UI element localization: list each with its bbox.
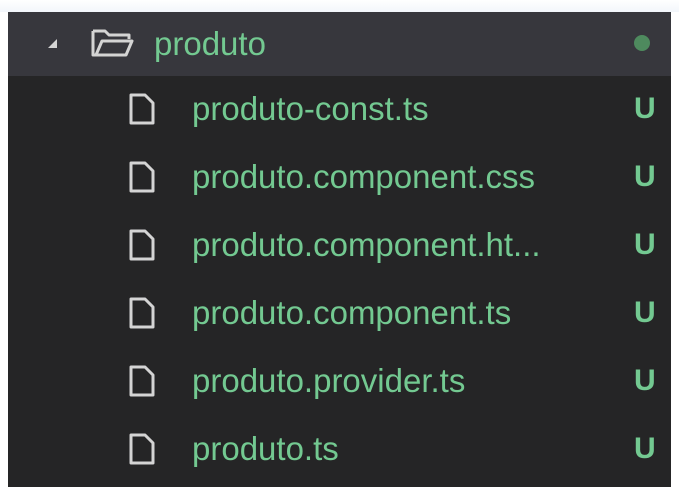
git-status-badge: U — [634, 432, 656, 465]
chevron-expanded-icon[interactable] — [48, 39, 57, 48]
file-icon — [129, 161, 155, 193]
file-row[interactable]: produto-const.ts U — [8, 76, 671, 144]
file-name: produto.component.ts — [192, 294, 512, 331]
git-status-badge: U — [634, 160, 656, 193]
file-row[interactable]: produto.component.ts U — [8, 280, 671, 348]
file-explorer: produto produto-const.ts U produto.compo… — [8, 12, 671, 487]
file-row[interactable]: produto.provider.ts U — [8, 348, 671, 416]
file-list: produto-const.ts U produto.component.css… — [8, 76, 671, 484]
folder-label: produto — [154, 25, 266, 62]
file-name: produto.component.css — [192, 158, 536, 195]
git-status-badge: U — [634, 92, 656, 125]
git-status-badge: U — [634, 296, 656, 329]
file-row[interactable]: produto.ts U — [8, 416, 671, 484]
screenshot-frame: produto produto-const.ts U produto.compo… — [0, 0, 679, 495]
file-icon — [129, 229, 155, 261]
changes-dot-icon — [634, 35, 650, 51]
file-icon — [129, 433, 155, 465]
git-status-badge: U — [634, 364, 656, 397]
git-status-badge: U — [634, 228, 656, 261]
file-row[interactable]: produto.component.ht... U — [8, 212, 671, 280]
file-icon — [129, 365, 155, 397]
file-name: produto-const.ts — [192, 90, 429, 127]
file-row[interactable]: produto.component.css U — [8, 144, 671, 212]
top-edge — [0, 0, 679, 12]
file-icon — [129, 297, 155, 329]
file-name: produto.ts — [192, 430, 339, 467]
file-name: produto.provider.ts — [192, 362, 466, 399]
file-name: produto.component.ht... — [192, 226, 541, 263]
file-icon — [129, 93, 155, 125]
folder-row-produto[interactable]: produto — [8, 12, 671, 76]
folder-open-icon — [91, 29, 134, 57]
